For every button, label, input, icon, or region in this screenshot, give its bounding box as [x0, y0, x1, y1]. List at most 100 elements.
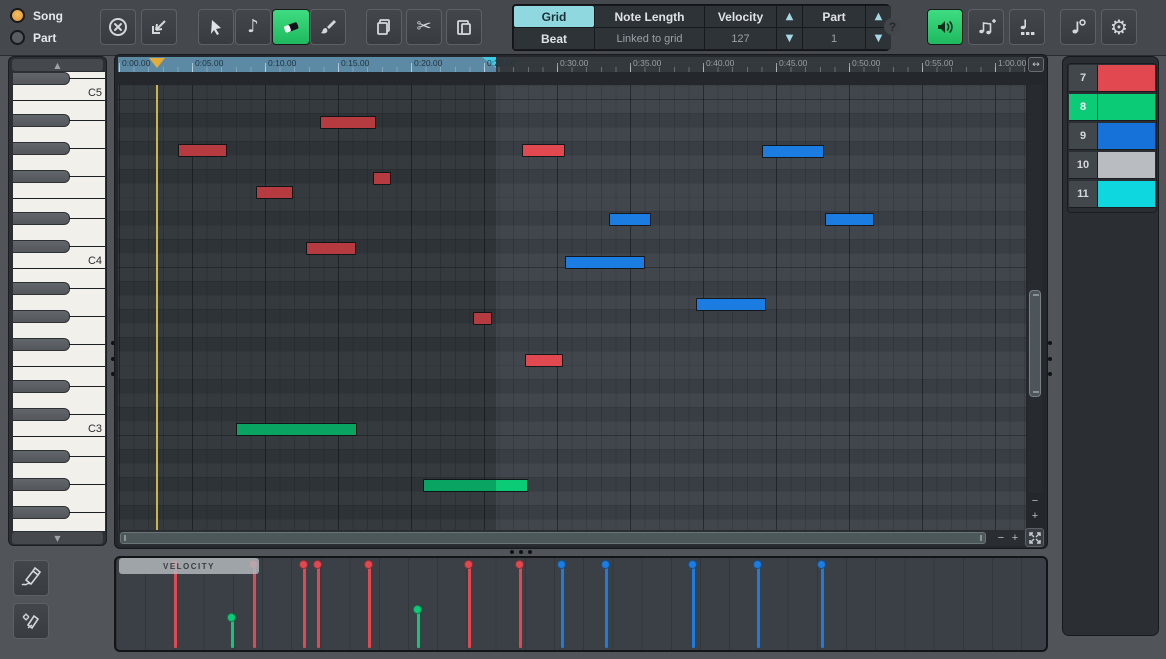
midi-note[interactable]	[525, 354, 563, 367]
panel-resize-handle[interactable]	[1048, 341, 1052, 345]
piano-key-black[interactable]	[13, 310, 70, 323]
velocity-stem[interactable]	[692, 564, 695, 648]
velocity-stem[interactable]	[417, 609, 420, 648]
lane-color-swatch[interactable]	[1097, 65, 1155, 92]
velocity-stem-dot[interactable]	[299, 560, 308, 569]
velocity-stem[interactable]	[468, 564, 471, 648]
piano-keyboard[interactable]: C5C4C3	[13, 72, 105, 531]
piano-key-black[interactable]	[13, 408, 70, 421]
grid-toggle[interactable]: Grid	[514, 6, 594, 27]
note-settings-button[interactable]	[1060, 9, 1096, 45]
velocity-stem[interactable]	[519, 564, 522, 648]
piano-key-black[interactable]	[13, 72, 70, 85]
velocity-down-button[interactable]: ▼	[777, 28, 802, 49]
piano-key-black[interactable]	[13, 380, 70, 393]
song-radio[interactable]	[10, 8, 25, 23]
panel-resize-handle[interactable]	[1048, 372, 1052, 376]
edit-settings-button[interactable]	[13, 603, 49, 639]
velocity-stem-dot[interactable]	[688, 560, 697, 569]
audition-button[interactable]	[927, 9, 963, 45]
velocity-stem[interactable]	[174, 564, 177, 648]
velocity-stem-dot[interactable]	[364, 560, 373, 569]
part-header[interactable]: Part	[803, 6, 865, 27]
lane-color-swatch[interactable]	[1097, 123, 1155, 150]
panel-resize-handle[interactable]	[1048, 357, 1052, 361]
lane-color-swatch[interactable]	[1097, 181, 1155, 208]
timeline-ruler[interactable]: 0:00.000:05.000:10.000:15.000:20.000:25.…	[118, 57, 1026, 72]
vertical-scroll-thumb[interactable]	[1029, 290, 1041, 397]
velocity-stem-dot[interactable]	[464, 560, 473, 569]
help-button[interactable]: ?	[884, 18, 901, 35]
cut-button[interactable]: ✂	[406, 9, 442, 45]
brush-tool-button[interactable]	[310, 9, 346, 45]
add-notes-button[interactable]	[968, 9, 1004, 45]
song-mode-option[interactable]: Song	[10, 8, 63, 23]
midi-note[interactable]	[825, 213, 874, 226]
velocity-stem[interactable]	[317, 564, 320, 648]
velocity-lane-resize-handle[interactable]	[510, 550, 514, 554]
vertical-zoom-out-button[interactable]: −	[1028, 494, 1042, 508]
piano-key-black[interactable]	[13, 450, 70, 463]
midi-note[interactable]	[762, 145, 824, 158]
velocity-stem-dot[interactable]	[557, 560, 566, 569]
import-to-arranger-button[interactable]	[141, 9, 177, 45]
velocity-stem[interactable]	[303, 564, 306, 648]
lane-number[interactable]: 10	[1069, 152, 1097, 179]
note-length-header[interactable]: Note Length	[595, 6, 704, 27]
lane-number[interactable]: 8	[1069, 94, 1097, 121]
note-length-value[interactable]: Linked to grid	[595, 28, 704, 49]
horizontal-zoom-out-button[interactable]: −	[994, 530, 1008, 546]
vertical-zoom-in-button[interactable]: +	[1028, 509, 1042, 523]
select-tool-button[interactable]	[198, 9, 234, 45]
copy-button[interactable]	[366, 9, 402, 45]
draw-note-tool-button[interactable]: ♪	[235, 9, 271, 45]
keyboard-scroll-up-button[interactable]: ▲	[12, 59, 103, 71]
velocity-stem-dot[interactable]	[515, 560, 524, 569]
velocity-stem-dot[interactable]	[413, 605, 422, 614]
velocity-stem-dot[interactable]	[313, 560, 322, 569]
timeline-resize-button[interactable]: ↔	[1028, 57, 1044, 72]
velocity-lane-label[interactable]: VELOCITY	[119, 558, 259, 574]
velocity-lane-resize-handle[interactable]	[519, 550, 523, 554]
part-radio[interactable]	[10, 30, 25, 45]
vertical-scrollbar[interactable]	[1028, 85, 1042, 493]
velocity-lane-resize-handle[interactable]	[528, 550, 532, 554]
piano-key-black[interactable]	[13, 114, 70, 127]
piano-key-black[interactable]	[13, 212, 70, 225]
beat-toggle[interactable]: Beat	[514, 28, 594, 49]
velocity-stem-dot[interactable]	[817, 560, 826, 569]
keyboard-scroll-down-button[interactable]: ▼	[12, 532, 103, 544]
fullscreen-button[interactable]	[1025, 528, 1044, 547]
midi-note[interactable]	[609, 213, 651, 226]
velocity-stem-dot[interactable]	[601, 560, 610, 569]
piano-key-black[interactable]	[13, 170, 70, 183]
draw-automation-button[interactable]	[13, 560, 49, 596]
note-grid[interactable]	[118, 85, 1026, 530]
lane-number[interactable]: 9	[1069, 123, 1097, 150]
eraser-tool-button[interactable]	[272, 9, 310, 45]
midi-note[interactable]	[565, 256, 645, 269]
close-button[interactable]	[100, 9, 136, 45]
velocity-stem-dot[interactable]	[753, 560, 762, 569]
part-mode-option[interactable]: Part	[10, 30, 56, 45]
piano-key-black[interactable]	[13, 338, 70, 351]
lane-number[interactable]: 7	[1069, 65, 1097, 92]
piano-key-black[interactable]	[13, 240, 70, 253]
piano-key-black[interactable]	[13, 142, 70, 155]
velocity-header[interactable]: Velocity	[705, 6, 776, 27]
part-value[interactable]: 1	[803, 28, 865, 49]
velocity-up-button[interactable]: ▲	[777, 6, 802, 27]
velocity-stem[interactable]	[821, 564, 824, 648]
velocity-stem[interactable]	[253, 564, 256, 648]
horizontal-scroll-thumb[interactable]	[120, 532, 986, 544]
settings-button[interactable]: ⚙	[1101, 9, 1137, 45]
lane-color-swatch[interactable]	[1097, 94, 1155, 121]
lane-color-swatch[interactable]	[1097, 152, 1155, 179]
midi-note[interactable]	[522, 144, 565, 157]
midi-note[interactable]	[696, 298, 766, 311]
piano-key-black[interactable]	[13, 478, 70, 491]
velocity-stem-dot[interactable]	[227, 613, 236, 622]
piano-key-black[interactable]	[13, 282, 70, 295]
velocity-stem[interactable]	[605, 564, 608, 648]
velocity-value[interactable]: 127	[705, 28, 776, 49]
